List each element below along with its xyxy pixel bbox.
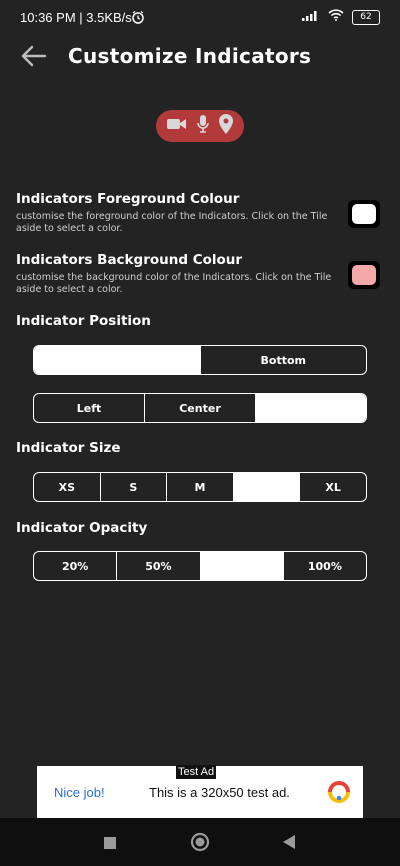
opacity-20-option[interactable]: 20% — [34, 552, 116, 580]
status-time: 10:36 PM | 3.5KB/s — [20, 10, 132, 25]
opacity-toggle: 20% 50% 100% — [33, 551, 367, 581]
size-s-option[interactable]: S — [99, 473, 167, 501]
background-colour-title: Indicators Background Colour — [16, 252, 243, 268]
position-title: Indicator Position — [16, 313, 151, 329]
ad-label: Test Ad — [176, 765, 217, 779]
size-title: Indicator Size — [16, 440, 121, 456]
mic-icon — [196, 114, 210, 138]
ad-cta[interactable]: Nice job! — [54, 785, 105, 800]
position-center-option[interactable]: Center — [144, 394, 255, 422]
system-nav-bar — [0, 818, 400, 866]
foreground-colour-section: Indicators Foreground Colour customise t… — [16, 191, 336, 235]
app-bar: Customize Indicators — [0, 36, 400, 78]
page-title: Customize Indicators — [68, 44, 312, 68]
opacity-title: Indicator Opacity — [16, 520, 148, 536]
size-toggle: XS S M XL — [33, 472, 367, 502]
opacity-50-option[interactable]: 50% — [116, 552, 199, 580]
indicator-preview — [156, 110, 244, 142]
size-xl-option[interactable]: XL — [299, 473, 366, 501]
size-m-option[interactable]: M — [166, 473, 233, 501]
recents-icon[interactable] — [103, 835, 117, 854]
background-colour-tile[interactable] — [348, 261, 380, 289]
size-xs-option[interactable]: XS — [34, 473, 100, 501]
size-l-option[interactable] — [232, 473, 300, 501]
location-icon — [218, 113, 234, 139]
background-colour-section: Indicators Background Colour customise t… — [16, 252, 336, 296]
back-arrow-icon[interactable] — [18, 40, 52, 74]
background-colour-swatch — [352, 265, 376, 285]
home-icon[interactable] — [190, 832, 210, 856]
background-colour-desc: customise the background color of the In… — [16, 272, 332, 295]
ad-logo-icon — [327, 780, 351, 804]
position-top-option[interactable] — [34, 346, 200, 374]
battery-icon: 62 — [352, 9, 380, 25]
position-horizontal-toggle: Left Center — [33, 393, 367, 423]
opacity-100-option[interactable]: 100% — [282, 552, 366, 580]
alarm-icon — [131, 10, 145, 28]
status-bar: 10:36 PM | 3.5KB/s 62 — [0, 0, 400, 36]
foreground-colour-tile[interactable] — [348, 200, 380, 228]
foreground-colour-title: Indicators Foreground Colour — [16, 191, 240, 207]
video-icon — [166, 116, 188, 136]
position-right-option[interactable] — [255, 394, 366, 422]
position-left-option[interactable]: Left — [34, 394, 144, 422]
foreground-colour-swatch — [352, 204, 376, 224]
foreground-colour-desc: customise the foreground color of the In… — [16, 211, 328, 234]
position-vertical-toggle: Bottom — [33, 345, 367, 375]
position-bottom-option[interactable]: Bottom — [199, 346, 367, 374]
opacity-75-option[interactable] — [199, 552, 283, 580]
ad-banner[interactable]: Test Ad Nice job! This is a 320x50 test … — [37, 765, 363, 818]
wifi-icon — [328, 9, 344, 25]
back-nav-icon[interactable] — [282, 834, 296, 854]
signal-icon — [302, 9, 320, 25]
ad-text: This is a 320x50 test ad. — [149, 785, 290, 800]
